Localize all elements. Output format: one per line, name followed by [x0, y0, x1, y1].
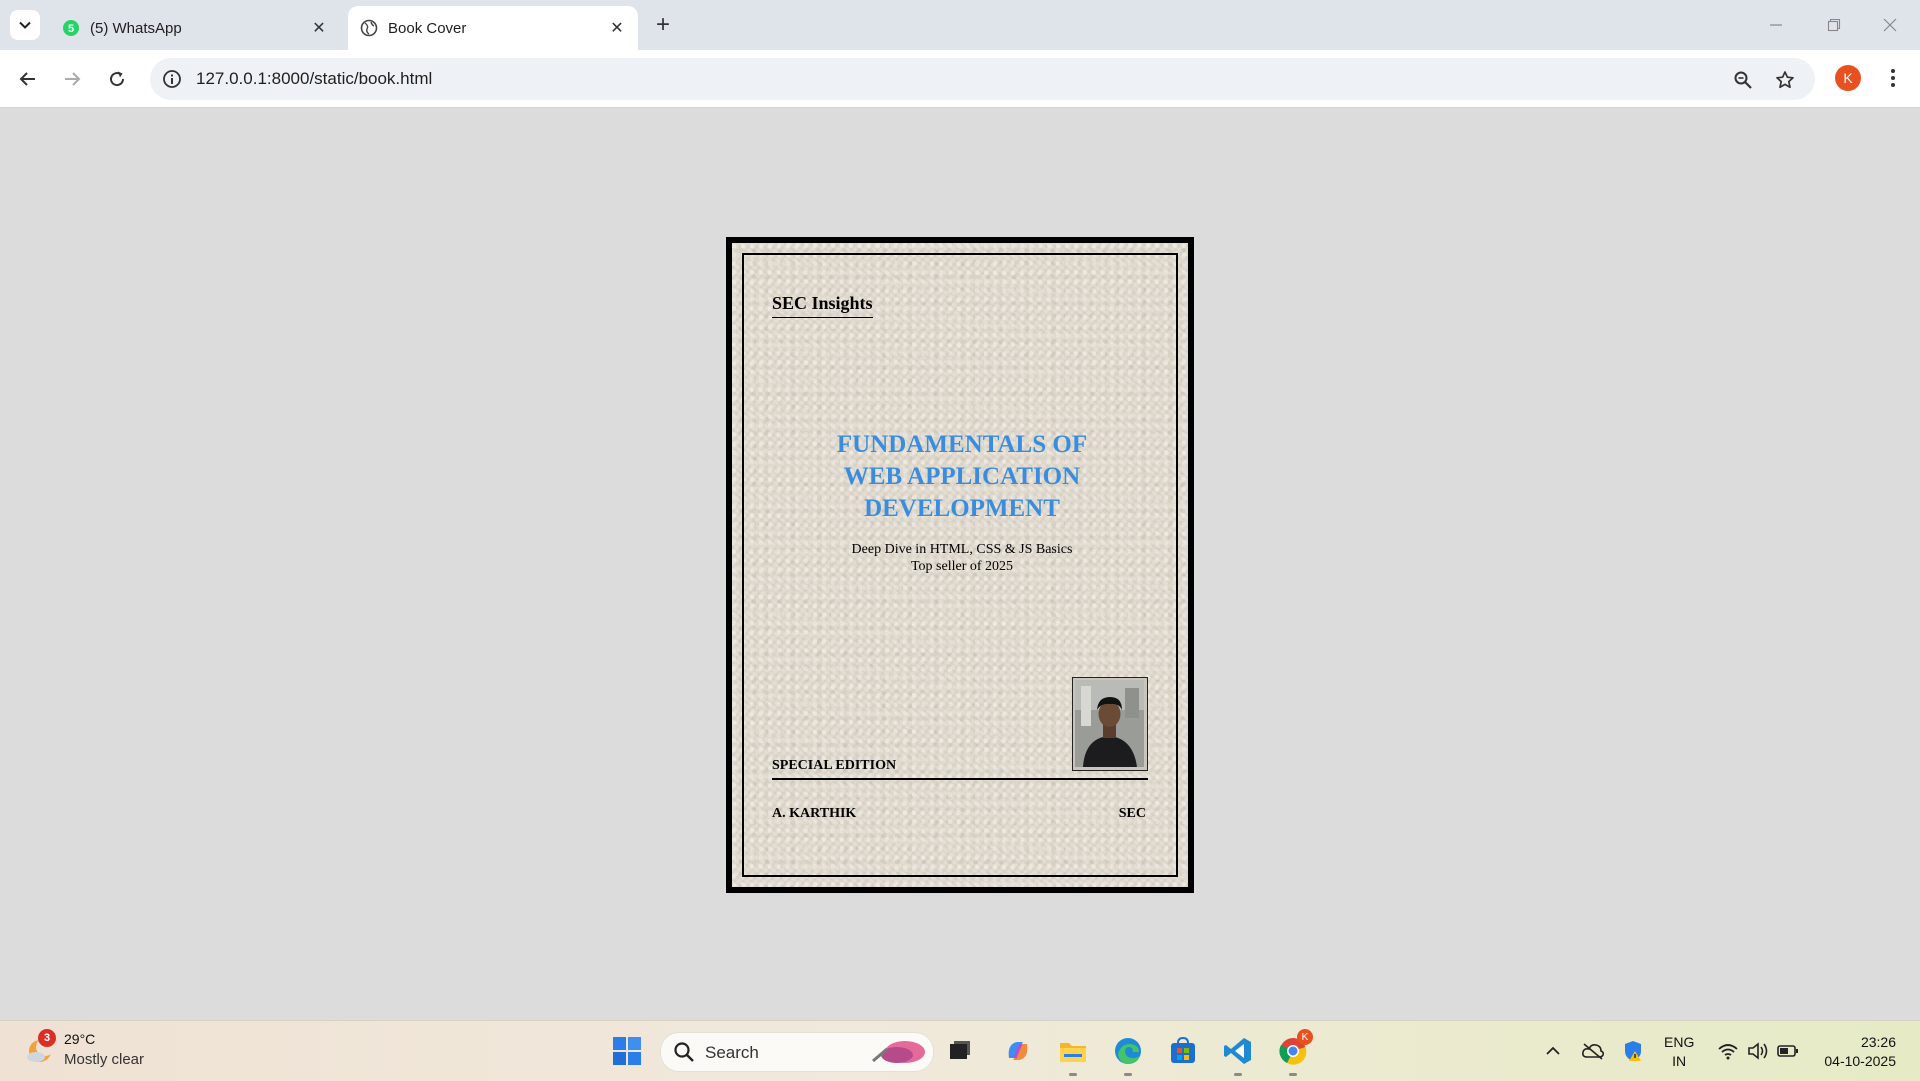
arrow-right-icon	[65, 72, 81, 86]
close-tab-icon[interactable]: ✕	[606, 17, 628, 39]
tab-whatsapp[interactable]: 5 (5) WhatsApp ✕	[50, 6, 340, 50]
clock-time: 23:26	[1860, 1034, 1896, 1050]
site-info-icon[interactable]	[162, 69, 182, 89]
publisher-name: SEC Insights	[772, 293, 873, 318]
organization-name: SEC	[1118, 806, 1146, 821]
author-photo	[1072, 677, 1148, 771]
author-name: A. KARTHIK	[772, 806, 857, 821]
book-cover-inner-frame: SEC Insights FUNDAMENTALS OF WEB APPLICA…	[742, 253, 1178, 877]
search-label: Search	[705, 1043, 759, 1062]
running-indicator	[1124, 1073, 1132, 1076]
book-title-line: DEVELOPMENT	[864, 495, 1060, 522]
book-title: FUNDAMENTALS OF WEB APPLICATION DEVELOPM…	[744, 429, 1180, 525]
search-icon	[674, 1042, 694, 1062]
vscode-icon	[1224, 1038, 1251, 1064]
task-view-icon	[950, 1041, 970, 1059]
running-indicator	[1234, 1073, 1242, 1076]
running-indicator	[1289, 1073, 1297, 1076]
book-subtitle: Deep Dive in HTML, CSS & JS Basics	[851, 542, 1073, 557]
start-button[interactable]	[611, 1035, 643, 1067]
chrome-button[interactable]: K	[1277, 1029, 1313, 1067]
profile-avatar[interactable]: K	[1835, 65, 1861, 91]
volume-icon	[1748, 1042, 1768, 1060]
minimize-icon	[1770, 24, 1782, 26]
security-tray-button[interactable]	[1621, 1039, 1645, 1063]
running-indicator	[1069, 1073, 1077, 1076]
restore-icon	[1827, 18, 1841, 32]
book-title-line: WEB APPLICATION	[843, 463, 1081, 490]
language-code: ENG	[1664, 1034, 1695, 1050]
system-clock[interactable]: 23:26 04-10-2025	[1810, 1033, 1896, 1071]
more-vertical-icon	[1891, 69, 1895, 87]
onedrive-tray-button[interactable]	[1581, 1039, 1605, 1063]
browser-menu-button[interactable]	[1880, 64, 1906, 92]
close-window-button[interactable]	[1862, 0, 1918, 50]
file-explorer-button[interactable]	[1057, 1035, 1089, 1067]
region-code: IN	[1672, 1053, 1687, 1069]
taskbar-search[interactable]: Search	[660, 1032, 934, 1072]
wifi-icon	[1718, 1044, 1738, 1060]
back-button[interactable]	[12, 63, 44, 95]
shield-warning-icon	[1625, 1041, 1641, 1061]
folder-icon	[1060, 1043, 1086, 1062]
clock-date: 04-10-2025	[1824, 1053, 1896, 1069]
edition-label: SPECIAL EDITION	[772, 758, 897, 773]
new-tab-button[interactable]: +	[650, 11, 676, 38]
weather-temperature: 29°C	[64, 1031, 96, 1047]
tab-bar: 5 (5) WhatsApp ✕ Book Cover ✕ +	[0, 0, 1920, 50]
address-bar[interactable]: 127.0.0.1:8000/static/book.html	[150, 58, 1815, 100]
store-icon	[1171, 1037, 1195, 1063]
edge-icon	[1115, 1038, 1141, 1064]
language-indicator[interactable]: ENG IN	[1664, 1033, 1694, 1071]
weather-alert-badge: 3	[38, 1029, 56, 1047]
book-cover: SEC Insights FUNDAMENTALS OF WEB APPLICA…	[726, 237, 1194, 893]
reload-button[interactable]	[101, 63, 133, 95]
volume-tray-button[interactable]	[1746, 1039, 1770, 1063]
store-button[interactable]	[1167, 1035, 1199, 1067]
battery-tray-button[interactable]	[1776, 1039, 1800, 1063]
close-icon	[1883, 18, 1897, 32]
chevron-up-icon	[1546, 1046, 1560, 1055]
bookmark-star-icon[interactable]	[1774, 69, 1796, 91]
reload-icon	[110, 71, 125, 87]
tab-book-cover[interactable]: Book Cover ✕	[348, 6, 638, 50]
book-title-line: FUNDAMENTALS OF	[836, 431, 1088, 458]
battery-icon	[1777, 1045, 1798, 1057]
minimize-button[interactable]	[1748, 0, 1804, 50]
book-tagline: Top seller of 2025	[910, 559, 1014, 574]
cloud-off-icon	[1582, 1043, 1605, 1060]
wifi-tray-button[interactable]	[1716, 1039, 1740, 1063]
tab-search-button[interactable]	[10, 10, 40, 40]
book-subtitle-block: Deep Dive in HTML, CSS & JS Basics Top s…	[744, 541, 1180, 575]
show-hidden-icons-button[interactable]	[1541, 1039, 1565, 1063]
copilot-button[interactable]	[1002, 1035, 1034, 1067]
restore-button[interactable]	[1806, 0, 1862, 50]
search-highlight-icon	[872, 1041, 925, 1063]
forward-button[interactable]	[56, 63, 88, 95]
chevron-down-icon	[19, 21, 31, 29]
whatsapp-icon: 5	[62, 19, 80, 37]
weather-description: Mostly clear	[64, 1051, 145, 1068]
taskbar: 3 29°C Mostly clear Search K ENG IN 23:2…	[0, 1020, 1920, 1081]
browser-toolbar: 127.0.0.1:8000/static/book.html K	[0, 50, 1920, 108]
svg-text:5: 5	[68, 23, 74, 35]
globe-icon	[360, 19, 378, 37]
task-view-button[interactable]	[944, 1035, 976, 1067]
arrow-left-icon	[19, 72, 35, 86]
url-text: 127.0.0.1:8000/static/book.html	[196, 69, 433, 88]
vscode-button[interactable]	[1222, 1035, 1254, 1067]
tab-title: Book Cover	[388, 19, 467, 37]
close-tab-icon[interactable]: ✕	[308, 17, 330, 39]
copilot-icon	[1008, 1042, 1028, 1060]
tab-title: (5) WhatsApp	[90, 19, 182, 37]
chrome-profile-badge: K	[1297, 1029, 1313, 1045]
edge-button[interactable]	[1112, 1035, 1144, 1067]
divider	[772, 778, 1148, 780]
zoom-icon[interactable]	[1732, 69, 1754, 91]
windows-icon	[613, 1037, 641, 1065]
